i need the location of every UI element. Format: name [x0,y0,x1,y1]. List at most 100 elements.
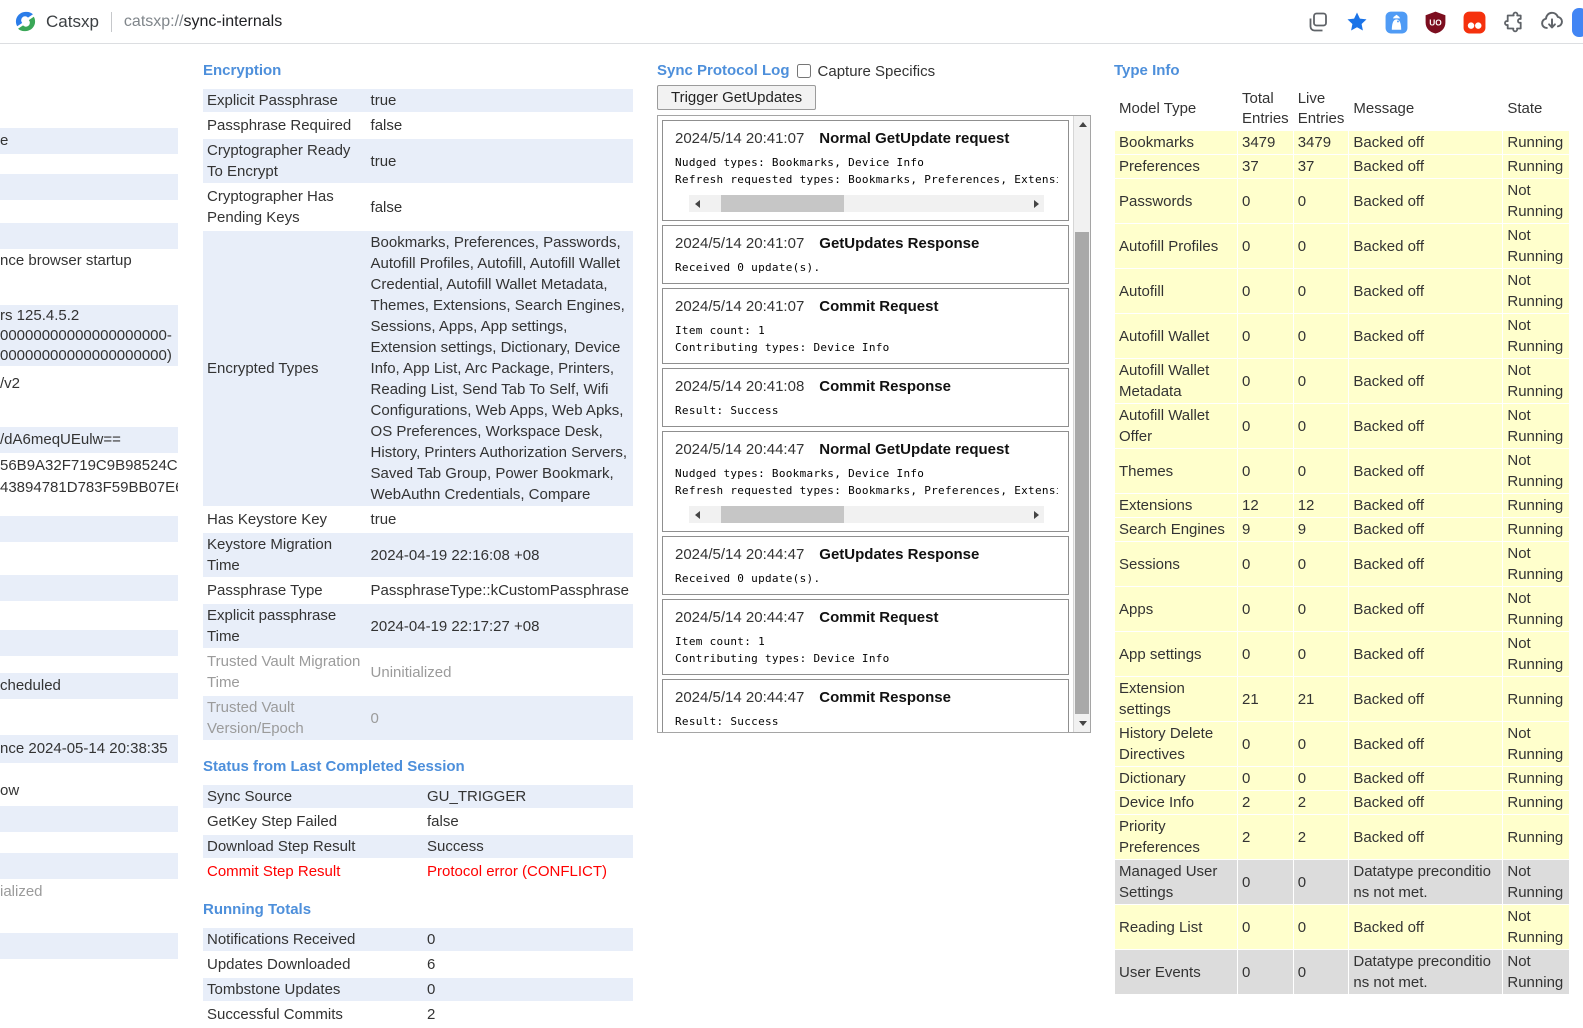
browser-toolbar: Catsxp catsxp://sync-internals [0,0,1583,44]
table-row: Trusted Vault Version/Epoch0 [203,696,633,740]
table-row: Trusted Vault Migration TimeUninitialize… [203,650,633,694]
table-row: e [0,128,178,154]
log-entry: 2024/5/14 20:41:07Normal GetUpdate reque… [662,120,1069,221]
layers-icon[interactable] [1305,9,1331,35]
table-row: nce 2024-05-14 20:38:35 [0,735,178,763]
address-url[interactable]: catsxp://sync-internals [124,13,282,31]
scrollbar-thumb[interactable] [1075,232,1089,714]
table-row: Search Engines99Backed offRunning [1115,518,1569,541]
scrollbar-thumb[interactable] [721,195,844,212]
table-row [0,853,178,879]
encryption-table: Explicit Passphrasetrue Passphrase Requi… [203,87,633,742]
browser-app-name: Catsxp [46,12,99,32]
log-entry: 2024/5/14 20:44:47Commit Request Item co… [662,599,1069,675]
capture-specifics-checkbox[interactable] [797,64,811,78]
table-row: Autofill00Backed offNot Running [1115,269,1569,313]
bookmark-star-icon[interactable] [1344,9,1370,35]
status-table: Sync SourceGU_TRIGGER GetKey Step Failed… [203,783,633,885]
about-summary-column: e nce browser startup rs 125.4.5.2 00000… [0,44,178,962]
red-dots-extension-icon[interactable] [1461,9,1487,35]
table-row: Keystore Migration Time2024-04-19 22:16:… [203,533,633,577]
trigger-getupdates-button[interactable]: Trigger GetUpdates [657,85,816,110]
table-row [0,174,178,200]
running-totals-table: Notifications Received0 Updates Download… [203,926,633,1028]
scroll-left-arrow-icon[interactable] [689,195,705,212]
table-row: Sync SourceGU_TRIGGER [203,785,633,808]
puzzle-extensions-icon[interactable] [1500,9,1526,35]
running-totals-heading: Running Totals [203,900,635,920]
clipped-text: 43894781D783F59BB07E6 [0,478,178,498]
status-heading: Status from Last Completed Session [203,757,635,777]
table-row: Download Step ResultSuccess [203,835,633,858]
table-row: Extensions1212Backed offRunning [1115,494,1569,517]
scroll-up-arrow-icon[interactable] [1074,116,1091,133]
type-info-heading: Type Info [1114,61,1574,81]
table-row: Bookmarks34793479Backed offRunning [1115,131,1569,154]
table-row: Has Keystore Keytrue [203,508,633,531]
table-row: Explicit passphrase Time2024-04-19 22:17… [203,604,633,648]
scroll-down-arrow-icon[interactable] [1074,715,1091,732]
table-row: Passphrase TypePassphraseType::kCustomPa… [203,579,633,602]
clipped-text: /v2 [0,374,20,394]
table-row [0,933,178,959]
table-row: Reading List00Backed offNot Running [1115,905,1569,949]
scrollbar-thumb[interactable] [721,506,844,523]
table-row: Notifications Received0 [203,928,633,951]
table-row: Dictionary00Backed offRunning [1115,767,1569,790]
scroll-left-arrow-icon[interactable] [689,506,705,523]
table-row: Autofill Wallet Offer00Backed offNot Run… [1115,404,1569,448]
cloud-download-icon[interactable] [1539,9,1565,35]
catsxp-logo-icon [14,10,37,33]
log-entries: 2024/5/14 20:41:07Normal GetUpdate reque… [658,116,1073,732]
table-row: History Delete Directives00Backed offNot… [1115,722,1569,766]
table-row: Preferences3737Backed offRunning [1115,155,1569,178]
type-info-table: Model Type Total Entries Live Entries Me… [1114,87,1570,995]
table-row: Priority Preferences22Backed offRunning [1115,815,1569,859]
table-row: cheduled [0,673,178,699]
type-info-section: Type Info Model Type Total Entries Live … [1114,44,1574,995]
table-row: /dA6meqUEulw== [0,427,178,453]
encryption-heading: Encryption [203,61,635,81]
table-row: rs 125.4.5.2 00000000000000000000- 00000… [0,305,178,366]
log-entry: 2024/5/14 20:44:47Commit Response Result… [662,679,1069,732]
clipped-text: nce browser startup [0,251,132,271]
table-row: Managed User Settings00Datatype precondi… [1115,860,1569,904]
scroll-right-arrow-icon[interactable] [1028,506,1044,523]
horizontal-scrollbar[interactable] [689,195,1044,212]
table-row [0,575,178,601]
sync-internals-page: Catsxp catsxp://sync-internals [0,0,1583,962]
clipped-text: ow [0,781,19,801]
table-row: Extension settings2121Backed offRunning [1115,677,1569,721]
table-row: Autofill Profiles00Backed offNot Running [1115,224,1569,268]
toolbar-divider [111,12,112,32]
table-row: Explicit Passphrasetrue [203,89,633,112]
ublock-label: UO [1429,17,1442,27]
ublock-extension-icon[interactable]: UO [1422,9,1448,35]
horizontal-scrollbar[interactable] [689,506,1044,523]
log-entry: 2024/5/14 20:41:07GetUpdates Response Re… [662,225,1069,284]
sync-protocol-log-heading: Sync Protocol Log [657,61,790,81]
table-row: App settings00Backed offNot Running [1115,632,1569,676]
sync-protocol-log-section: Sync Protocol Log Capture Specifics Trig… [657,44,1091,733]
url-path: sync-internals [184,13,283,30]
table-row: Device Info22Backed offRunning [1115,791,1569,814]
log-entry: 2024/5/14 20:41:08Commit Response Result… [662,368,1069,427]
table-row: Cryptographer Has Pending Keysfalse [203,185,633,229]
table-row: Passphrase Requiredfalse [203,114,633,137]
table-row [0,516,178,542]
vertical-scrollbar[interactable] [1073,116,1090,732]
log-entry: 2024/5/14 20:41:07Commit Request Item co… [662,288,1069,364]
protocol-log-list[interactable]: 2024/5/14 20:41:07Normal GetUpdate reque… [657,115,1091,733]
table-row: Sessions00Backed offNot Running [1115,542,1569,586]
encryption-section: Encryption Explicit Passphrasetrue Passp… [203,44,635,1028]
table-row: Autofill Wallet Metadata00Backed offNot … [1115,359,1569,403]
log-entry: 2024/5/14 20:44:47GetUpdates Response Re… [662,536,1069,595]
bird-extension-icon[interactable] [1383,9,1409,35]
table-row: Cryptographer Ready To Encrypttrue [203,139,633,183]
commit-step-error-row: Commit Step ResultProtocol error (CONFLI… [203,860,633,883]
scroll-right-arrow-icon[interactable] [1028,195,1044,212]
table-row [0,223,178,249]
table-row [0,806,178,832]
avatar-cutoff-icon[interactable] [1572,8,1583,37]
table-row: Encrypted TypesBookmarks, Preferences, P… [203,231,633,506]
